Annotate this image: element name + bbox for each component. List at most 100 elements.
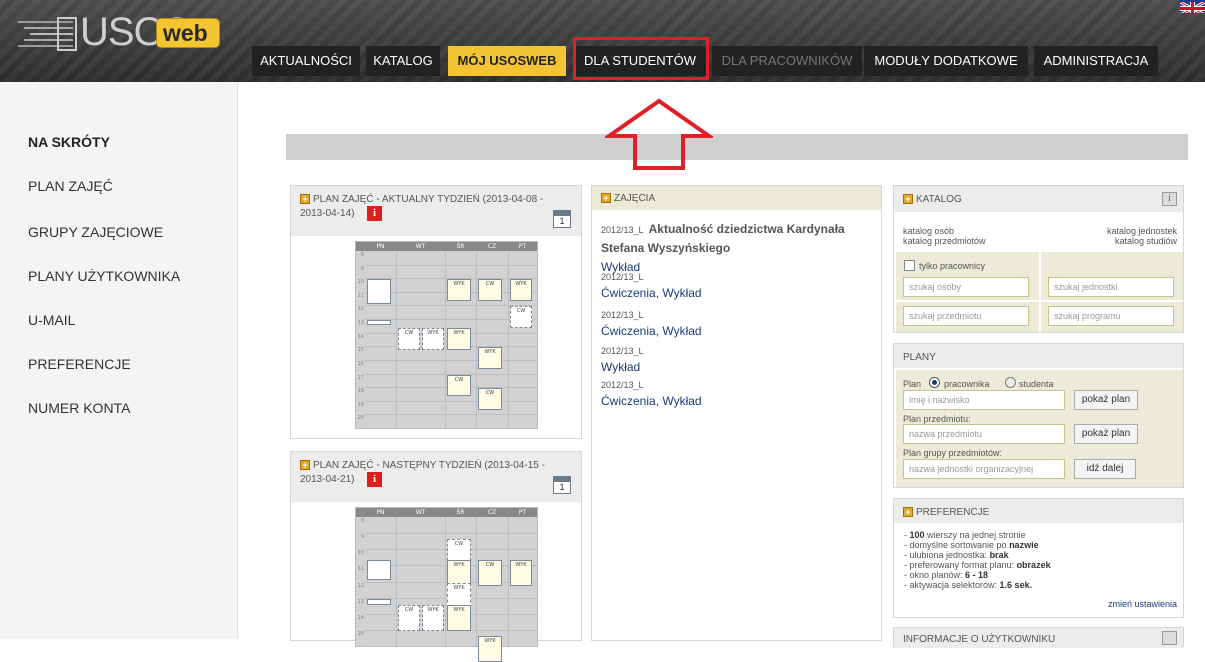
- show-plan-button[interactable]: pokaż plan: [1074, 390, 1138, 410]
- sidebar-item-plany-uzytkownika[interactable]: PLANY UŻYTKOWNIKA: [28, 268, 180, 284]
- zajecia-item: 2012/13_L Ćwiczenia, Wykład: [601, 380, 702, 408]
- plan-next-grid[interactable]: PN WT ŚR CZ PT 8 9 10 11 12 13 14 15 CW WYK CW WYK WYK CW W…: [355, 507, 538, 662]
- search-przedmiotu-input[interactable]: szukaj przedmiotu: [903, 306, 1029, 326]
- schedule-event[interactable]: WYK: [510, 559, 532, 586]
- expand-icon[interactable]: +: [903, 194, 913, 205]
- tab-administracja[interactable]: ADMINISTRACJA: [1034, 46, 1158, 76]
- expand-icon[interactable]: +: [601, 193, 611, 204]
- info-icon[interactable]: i: [367, 472, 382, 487]
- change-settings-link[interactable]: zmień ustawienia: [1108, 599, 1177, 609]
- schedule-event[interactable]: WYK: [422, 328, 444, 351]
- zajecia-item: 2012/13_L Ćwiczenia, Wykład: [601, 272, 702, 300]
- info-icon[interactable]: i: [1162, 192, 1177, 206]
- tab-aktualnosci[interactable]: AKTUALNOŚCI: [252, 46, 360, 76]
- tab-moduly-dodatkowe[interactable]: MODUŁY DODATKOWE: [864, 46, 1028, 76]
- schedule-event[interactable]: WYK: [447, 605, 471, 631]
- zajecia-item: 2012/13_L Aktualność dziedzictwa Kardyna…: [601, 218, 876, 275]
- schedule-event[interactable]: CW: [510, 306, 532, 329]
- sidebar-item-grupy-zajeciowe[interactable]: GRUPY ZAJĘCIOWE: [28, 224, 163, 240]
- tab-katalog[interactable]: KATALOG: [366, 46, 440, 76]
- calendar-day: 1: [559, 482, 565, 492]
- schedule-event[interactable]: CW: [447, 374, 471, 397]
- sidebar-item-preferencje[interactable]: PREFERENCJE: [28, 356, 131, 372]
- katalog-header: + KATALOG i: [894, 186, 1183, 212]
- radio-pracownika-label: pracownika: [944, 379, 990, 389]
- schedule-event[interactable]: CW: [398, 328, 420, 351]
- schedule-event[interactable]: WYK: [478, 347, 502, 370]
- schedule-event[interactable]: WYK: [478, 635, 502, 662]
- schedule-event[interactable]: WYK: [422, 605, 444, 631]
- schedule-event[interactable]: WYK: [447, 279, 471, 301]
- course-link-wyklad[interactable]: Wykład: [662, 394, 701, 408]
- pref-selectors-value: 1.6 sek.: [999, 580, 1033, 590]
- grid-row-line: [365, 533, 537, 535]
- grid-col-line: [445, 251, 446, 428]
- pref-format-value: obrazek: [1016, 560, 1051, 570]
- grid-hour-label: 13: [357, 598, 364, 605]
- course-link-wyklad[interactable]: Wykład: [601, 360, 640, 374]
- schedule-event[interactable]: [367, 279, 391, 305]
- plan-current-title[interactable]: + PLAN ZAJĘĆ - AKTUALNY TYDZIEŃ (2013-04-…: [300, 194, 543, 205]
- grid-row-line: [365, 400, 537, 402]
- schedule-event[interactable]: CW: [398, 605, 420, 631]
- grid-hour-label: 12: [357, 306, 364, 313]
- grid-row-line: [365, 428, 537, 429]
- plan-current-grid[interactable]: PN WT ŚR CZ PT 8 9 10 11 12 13 14 15 16 17 18 19 20 WYK CW W…: [355, 241, 538, 429]
- search-jednostki-input[interactable]: szukaj jednostki: [1048, 277, 1174, 297]
- schedule-event[interactable]: WYK: [447, 328, 471, 351]
- course-link-wyklad[interactable]: Wykład: [662, 286, 701, 300]
- sidebar-item-u-mail[interactable]: U-MAIL: [28, 312, 75, 328]
- sidebar-item-numer-konta[interactable]: NUMER KONTA: [28, 400, 130, 416]
- sidebar-item-plan-zajec[interactable]: PLAN ZAJĘĆ: [28, 178, 113, 194]
- schedule-event[interactable]: [367, 598, 391, 605]
- zajecia-title[interactable]: + ZAJĘCIA: [601, 193, 655, 204]
- course-link-cwiczenia[interactable]: Ćwiczenia: [601, 286, 656, 300]
- radio-pracownika[interactable]: [929, 377, 940, 388]
- grid-col-line: [476, 251, 477, 428]
- search-programu-input[interactable]: szukaj programu: [1048, 306, 1174, 326]
- link-katalog-osob[interactable]: katalog osób: [903, 226, 954, 236]
- schedule-event[interactable]: WYK: [510, 279, 532, 301]
- info-icon[interactable]: i: [367, 206, 382, 221]
- course-link-cwiczenia[interactable]: Ćwiczenia: [601, 394, 656, 408]
- grid-day-2: ŚR: [456, 243, 465, 250]
- calendar-icon[interactable]: 1: [553, 210, 571, 228]
- info-icon[interactable]: [1162, 631, 1177, 645]
- plan-group-input[interactable]: nazwa jednostki organizacyjnej: [903, 459, 1065, 479]
- plan-next-title[interactable]: + PLAN ZAJĘĆ - NASTĘPNY TYDZIEŃ (2013-04-…: [300, 460, 545, 471]
- schedule-event[interactable]: [367, 559, 391, 581]
- preferencje-title[interactable]: + PREFERENCJE: [903, 507, 989, 518]
- schedule-event[interactable]: CW: [478, 559, 502, 586]
- plan-label: Plan: [903, 379, 922, 389]
- schedule-event[interactable]: CW: [478, 279, 502, 301]
- search-osoby-input[interactable]: szukaj osoby: [903, 277, 1029, 297]
- grid-hour-label: 9: [360, 265, 364, 272]
- expand-icon[interactable]: +: [903, 507, 913, 518]
- schedule-event[interactable]: CW: [478, 388, 502, 410]
- radio-studenta[interactable]: [1005, 377, 1016, 388]
- link-katalog-przedmiotow[interactable]: katalog przedmiotów: [903, 236, 986, 246]
- show-plan-subject-button[interactable]: pokaż plan: [1074, 424, 1138, 444]
- link-katalog-jednostek[interactable]: katalog jednostek: [1107, 226, 1177, 236]
- pref-window: - okno planów: 6 - 18: [904, 570, 988, 580]
- course-link-cwiczenia[interactable]: Ćwiczenia: [601, 324, 656, 338]
- go-button[interactable]: idź dalej: [1074, 459, 1136, 479]
- link-katalog-studiow[interactable]: katalog studiów: [1115, 236, 1177, 246]
- pref-format: - preferowany format planu: obrazek: [904, 560, 1051, 570]
- expand-icon[interactable]: +: [300, 460, 310, 471]
- katalog-title[interactable]: + KATALOG: [903, 194, 962, 205]
- tab-moj-usosweb[interactable]: MÓJ USOSWEB: [448, 46, 566, 76]
- calendar-icon[interactable]: 1: [553, 476, 571, 494]
- uk-flag-icon[interactable]: [1180, 0, 1205, 13]
- zajecia-header: + ZAJĘCIA: [592, 186, 881, 210]
- tylko-pracownicy-checkbox[interactable]: [904, 260, 915, 271]
- grid-hour-label: 8: [360, 518, 364, 524]
- course-link-wyklad[interactable]: Wykład: [662, 324, 701, 338]
- expand-icon[interactable]: +: [300, 194, 310, 205]
- schedule-event[interactable]: [367, 320, 391, 325]
- plan-name-input[interactable]: imię i nazwisko: [903, 390, 1065, 410]
- grid-hour-label: 14: [357, 333, 364, 340]
- plan-subject-input[interactable]: nazwa przedmiotu: [903, 424, 1065, 444]
- grid-hour-label: 15: [357, 347, 364, 354]
- usosweb-logo[interactable]: USOS web: [18, 10, 228, 54]
